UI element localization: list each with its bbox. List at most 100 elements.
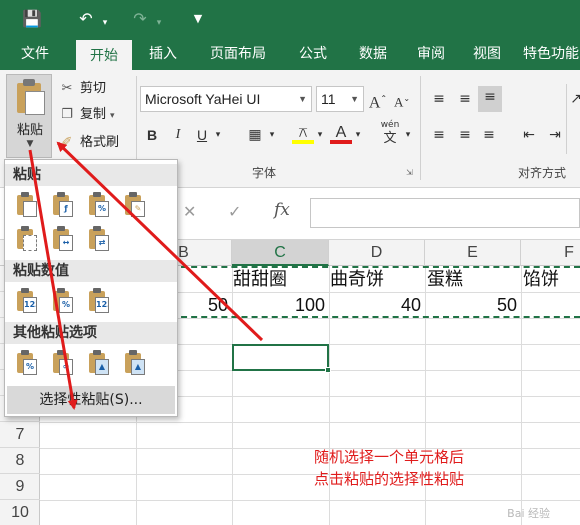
chevron-down-icon[interactable]: ▾ <box>266 124 278 146</box>
row-header-8[interactable]: 8 <box>0 448 40 474</box>
paste-link-icon[interactable]: ∞ <box>49 350 77 378</box>
clipboard-clip <box>23 79 35 86</box>
paste-icon[interactable] <box>13 192 41 220</box>
save-icon[interactable]: 💾 <box>20 8 44 30</box>
align-left-icon[interactable]: ≡ <box>428 124 450 146</box>
copy-icon: ❐ <box>61 107 73 122</box>
chevron-down-icon: ▼ <box>350 94 359 104</box>
chevron-down-icon[interactable]: ▾ <box>352 124 364 146</box>
align-top-icon[interactable]: ≡ <box>428 88 450 110</box>
menu-section-other-paste: 其他粘贴选项 <box>5 322 177 344</box>
brush-icon: ✐ <box>61 135 73 150</box>
column-header-d[interactable]: D <box>329 240 425 266</box>
tab-insert[interactable]: 插入 <box>138 40 188 70</box>
phonetic-char: 文 <box>383 131 397 146</box>
tab-special-features[interactable]: 特色功能 <box>520 40 580 70</box>
increase-font-size-icon[interactable]: A⌃ <box>368 88 388 111</box>
italic-button[interactable]: I <box>168 124 188 146</box>
chevron-down-icon[interactable]: ▾ <box>314 124 326 146</box>
fill-color-icon[interactable]: ⚻ <box>292 122 314 144</box>
increase-indent-icon[interactable]: ⇥ <box>544 124 566 146</box>
tab-page-layout[interactable]: 页面布局 <box>198 40 278 70</box>
decrease-indent-icon[interactable]: ⇤ <box>518 124 540 146</box>
undo-dropdown-icon[interactable]: ▾ <box>98 12 112 34</box>
tab-data[interactable]: 数据 <box>348 40 398 70</box>
paste-formatting-icon[interactable]: % <box>13 350 41 378</box>
tab-formulas[interactable]: 公式 <box>288 40 338 70</box>
chevron-down-icon[interactable]: ▾ <box>212 124 224 146</box>
row-header-7[interactable]: 7 <box>0 422 40 448</box>
grid-line <box>40 422 580 423</box>
keep-column-widths-icon[interactable]: ↔ <box>49 226 77 254</box>
borders-icon[interactable]: ▦ <box>244 124 266 146</box>
font-name-select[interactable]: Microsoft YaHei UI ▼ <box>140 86 312 112</box>
font-size-select[interactable]: 11 ▼ <box>316 86 364 112</box>
tab-home[interactable]: 开始 <box>76 40 132 70</box>
tab-file[interactable]: 文件 <box>10 40 60 70</box>
tab-view[interactable]: 视图 <box>464 40 510 70</box>
paste-button[interactable]: 粘贴 ▼ <box>6 74 52 158</box>
copy-label: 复制 <box>80 107 107 122</box>
bold-button[interactable]: B <box>142 124 162 146</box>
font-group-label: 字体 <box>252 166 277 180</box>
no-borders-icon[interactable] <box>13 226 41 254</box>
transpose-icon[interactable]: ⇄ <box>85 226 113 254</box>
underline-button[interactable]: U <box>192 124 212 146</box>
formula-input[interactable] <box>310 198 580 228</box>
format-painter-button[interactable]: ✐ 格式刷 <box>58 132 119 154</box>
paste-picture-icon[interactable]: ▲ <box>85 350 113 378</box>
annotation-line-1: 随机选择一个单元格后 <box>314 448 465 466</box>
decrease-font-size-icon[interactable]: A⌄ <box>392 88 412 110</box>
paste-special-menu-item[interactable]: 选择性粘贴(S)... <box>7 386 175 414</box>
customize-toolbar-icon[interactable]: ▼ <box>188 8 208 30</box>
chevron-down-icon[interactable]: ▾ <box>402 124 414 146</box>
column-header-c[interactable]: C <box>232 240 329 266</box>
column-header-f[interactable]: F <box>521 240 580 266</box>
paste-dropdown-menu: 粘贴 ƒ % ✎ ↔ ⇄ 粘贴数值 123 % 123 其他粘贴选项 % ∞ ▲… <box>4 159 178 417</box>
title-bar: 💾 ↶ ▾ ↷ ▾ ▼ <box>0 0 580 40</box>
keep-source-formatting-icon[interactable]: ✎ <box>121 192 149 220</box>
chevron-down-icon: ▼ <box>298 94 307 104</box>
grid-line <box>40 500 580 501</box>
font-name-value: Microsoft YaHei UI <box>145 91 261 107</box>
tab-review[interactable]: 审阅 <box>408 40 454 70</box>
paste-values-icon[interactable]: 123 <box>13 288 41 316</box>
values-source-formatting-icon[interactable]: 123 <box>85 288 113 316</box>
column-header-e[interactable]: E <box>425 240 521 266</box>
align-middle-icon[interactable]: ≡ <box>454 88 476 110</box>
chevron-down-icon[interactable]: ▼ <box>7 139 53 149</box>
paste-formulas-number-format-icon[interactable]: % <box>85 192 113 220</box>
phonetic-pinyin: wén <box>380 120 400 130</box>
linked-picture-icon[interactable]: ▲ <box>121 350 149 378</box>
active-cell[interactable] <box>232 344 329 371</box>
align-right-icon[interactable]: ≡ <box>478 124 500 146</box>
copy-dropdown-icon[interactable]: ▾ <box>110 111 115 121</box>
cut-button[interactable]: ✂ 剪切 <box>58 78 106 100</box>
orientation-icon[interactable]: ↗ <box>570 88 580 110</box>
phonetic-guide-icon[interactable]: wén 文 <box>378 118 402 150</box>
align-center-icon[interactable]: ≡ <box>454 124 476 146</box>
values-number-format-icon[interactable]: % <box>49 288 77 316</box>
divider <box>420 76 421 180</box>
redo-dropdown-icon: ▾ <box>156 18 162 28</box>
font-dialog-launcher-icon[interactable]: ⇲ <box>406 168 413 177</box>
menu-section-paste-values: 粘贴数值 <box>5 260 177 282</box>
enter-icon[interactable]: ✓ <box>228 202 241 221</box>
paste-formulas-icon[interactable]: ƒ <box>49 192 77 220</box>
undo-icon[interactable]: ↶ <box>74 8 98 30</box>
paste-label: 粘贴 <box>16 123 43 138</box>
insert-function-icon[interactable]: fx <box>274 200 290 220</box>
watermark: Bai 经验 <box>507 507 550 520</box>
align-bottom-icon[interactable]: ≡ <box>478 86 502 112</box>
alignment-group-label: 对齐方式 <box>518 166 567 180</box>
font-color-icon[interactable]: A <box>330 122 352 144</box>
cancel-icon[interactable]: ✕ <box>183 202 196 221</box>
grid-line <box>40 448 580 449</box>
row-header-10[interactable]: 10 <box>0 500 40 525</box>
fill-handle[interactable] <box>325 367 331 373</box>
clipboard-paper <box>25 91 45 115</box>
copy-button[interactable]: ❐ 复制 ▾ <box>58 104 115 126</box>
divider <box>566 84 567 154</box>
format-painter-label: 格式刷 <box>80 135 120 150</box>
row-header-9[interactable]: 9 <box>0 474 40 500</box>
